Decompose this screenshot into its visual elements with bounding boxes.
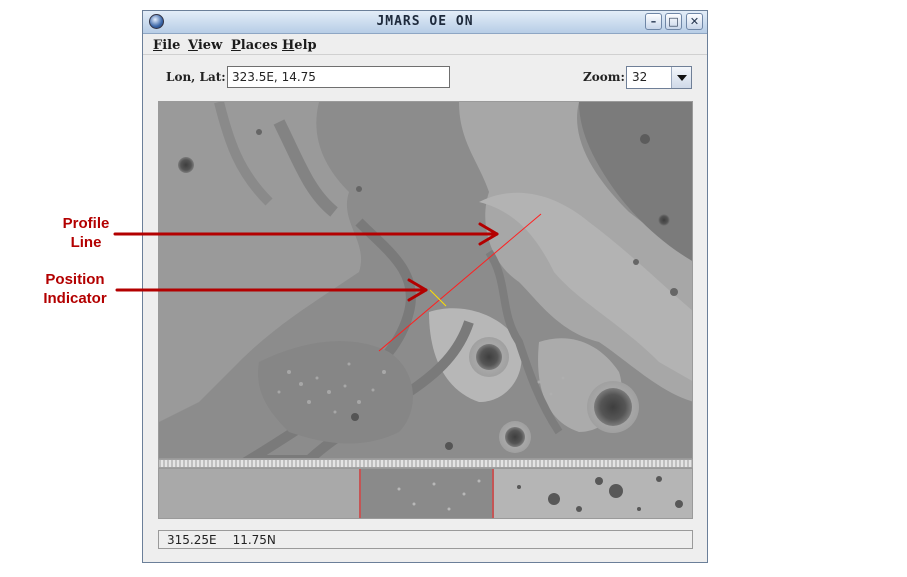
chevron-down-icon[interactable] bbox=[671, 67, 691, 88]
profile-view[interactable] bbox=[158, 468, 693, 519]
menu-help-mnemonic: H bbox=[282, 38, 295, 53]
map-view[interactable] bbox=[158, 101, 693, 459]
zoom-label: Zoom: bbox=[583, 70, 625, 84]
annotation-position-indicator-2: Indicator bbox=[43, 290, 107, 307]
status-longitude: 315.25E bbox=[167, 533, 217, 547]
menu-places-label: laces bbox=[240, 38, 278, 53]
menu-file-mnemonic: F bbox=[153, 38, 163, 53]
close-icon[interactable]: ✕ bbox=[686, 13, 703, 30]
menu-file-label: ile bbox=[162, 38, 181, 53]
lonlat-input[interactable]: 323.5E, 14.75 bbox=[227, 66, 450, 88]
jmars-window: JMARS OE ON – □ ✕ File View Places Help … bbox=[142, 10, 708, 563]
panel-splitter[interactable] bbox=[158, 459, 693, 468]
annotation-position-indicator-1: Position bbox=[45, 271, 105, 288]
profile-terrain-image bbox=[159, 469, 692, 518]
menu-view-label: iew bbox=[197, 38, 223, 53]
minimize-icon[interactable]: – bbox=[645, 13, 662, 30]
maximize-icon[interactable]: □ bbox=[665, 13, 682, 30]
status-latitude: 11.75N bbox=[232, 533, 276, 547]
window-title: JMARS OE ON bbox=[376, 14, 474, 29]
title-bar[interactable]: JMARS OE ON – □ ✕ bbox=[143, 11, 707, 34]
annotation-position-indicator: Position Indicator bbox=[34, 270, 116, 308]
lonlat-label: Lon, Lat: bbox=[166, 70, 226, 84]
annotation-profile-line-1: Profile bbox=[62, 215, 110, 232]
menu-view[interactable]: View bbox=[188, 38, 222, 53]
status-bar: 315.25E 11.75N bbox=[158, 530, 693, 549]
menu-help[interactable]: Help bbox=[282, 38, 317, 53]
menu-places-mnemonic: P bbox=[231, 38, 241, 53]
annotation-profile-line: Profile Line bbox=[52, 214, 120, 252]
mars-terrain-image bbox=[159, 102, 692, 458]
annotation-profile-line-2: Line bbox=[70, 234, 102, 251]
menu-file[interactable]: File bbox=[153, 38, 180, 53]
menu-help-label: elp bbox=[294, 38, 317, 53]
menu-view-mnemonic: V bbox=[188, 38, 198, 53]
menu-bar: File View Places Help bbox=[143, 34, 707, 55]
zoom-select[interactable]: 32 bbox=[626, 66, 692, 89]
zoom-value: 32 bbox=[632, 70, 648, 84]
menu-places[interactable]: Places bbox=[231, 38, 278, 53]
